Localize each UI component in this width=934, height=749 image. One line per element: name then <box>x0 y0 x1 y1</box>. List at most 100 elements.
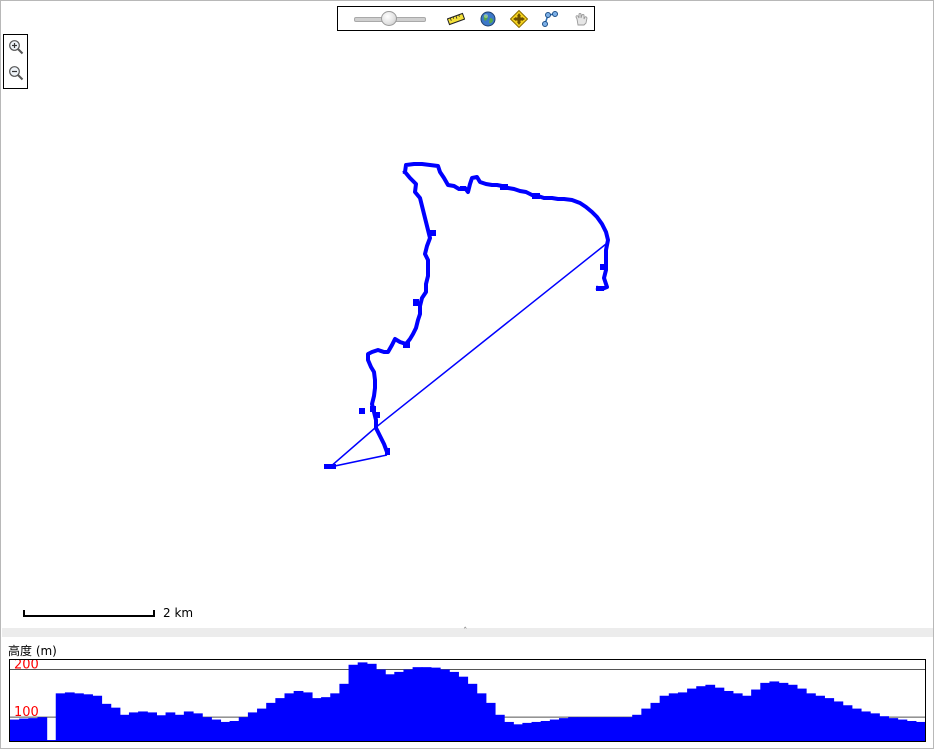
elevation-bar <box>604 717 615 741</box>
elevation-bar <box>275 698 286 741</box>
hand-pointer-icon[interactable] <box>572 10 590 28</box>
elevation-bar <box>568 717 578 741</box>
splitter-grip-icon[interactable]: ˆ <box>463 627 468 637</box>
elevation-bar <box>732 693 743 741</box>
elevation-bar <box>687 688 697 741</box>
elevation-bar <box>339 683 350 741</box>
zoom-out-icon[interactable] <box>8 65 24 81</box>
elevation-bar <box>906 720 917 741</box>
elevation-bar <box>824 698 835 741</box>
map-toolbar <box>337 6 595 31</box>
elevation-bar <box>28 718 39 741</box>
elevation-bar <box>165 712 176 741</box>
track-points <box>324 184 606 469</box>
track-layer <box>324 162 610 469</box>
route-nodes-icon[interactable] <box>541 10 559 28</box>
elevation-chart[interactable]: 200 100 <box>9 659 926 742</box>
elevation-bar <box>860 711 871 741</box>
elevation-bar <box>888 718 899 741</box>
elevation-bar <box>110 707 121 741</box>
elevation-bar <box>183 711 194 741</box>
elevation-bar <box>257 708 267 741</box>
elevation-bar <box>833 701 844 741</box>
elevation-bar <box>74 693 84 741</box>
elevation-bar <box>330 693 340 741</box>
elevation-bar <box>220 721 231 741</box>
elevation-bar <box>202 717 212 741</box>
elevation-bar <box>577 717 588 741</box>
elevation-bar <box>101 703 112 741</box>
elevation-plot: 200 100 <box>10 660 925 741</box>
elevation-bar <box>787 684 798 741</box>
elevation-bar <box>842 705 853 741</box>
elevation-bar <box>449 671 459 741</box>
elevation-bar <box>778 682 789 741</box>
elevation-bar <box>55 693 66 741</box>
elevation-bar <box>412 667 423 741</box>
elevation-bar <box>193 713 203 741</box>
elevation-bar <box>92 695 103 741</box>
elevation-bar <box>586 717 597 741</box>
elevation-bar <box>440 669 450 741</box>
elevation-bar <box>376 669 386 741</box>
elevation-bar <box>705 684 716 741</box>
map-viewer-window: 2 km ˆ 高度 (m) 200 100 <box>0 0 934 749</box>
elevation-bar <box>284 693 295 741</box>
elevation-bar <box>421 667 432 741</box>
elevation-bar <box>394 671 405 741</box>
elevation-bar <box>650 702 661 741</box>
zoom-slider-knob[interactable] <box>381 11 397 26</box>
elevation-bar <box>311 698 322 741</box>
elevation-bar <box>522 722 533 741</box>
pan-move-icon[interactable] <box>510 10 528 28</box>
elevation-bar <box>723 690 734 741</box>
zoom-controls <box>3 34 28 89</box>
gps-track-connector <box>327 243 607 469</box>
elevation-bar <box>915 721 925 741</box>
elevation-bar <box>247 712 258 741</box>
elevation-bar <box>559 718 569 741</box>
elevation-bar <box>696 686 706 741</box>
elevation-bar <box>879 716 889 741</box>
elevation-bar <box>366 663 377 741</box>
elevation-bar <box>46 740 57 741</box>
elevation-bar <box>211 719 222 741</box>
elevation-bar <box>623 717 633 741</box>
elevation-bar <box>476 693 487 741</box>
elevation-bar <box>238 717 249 741</box>
elevation-bar <box>321 697 331 741</box>
elevation-bar <box>796 688 807 741</box>
elevation-bar <box>540 720 551 741</box>
elevation-bar <box>403 669 414 741</box>
elevation-bar <box>357 662 368 741</box>
elevation-bar <box>229 720 240 741</box>
elevation-bar <box>10 719 20 741</box>
elevation-bar <box>549 719 560 741</box>
gps-track[interactable] <box>366 162 610 455</box>
elevation-bar <box>815 695 825 741</box>
ruler-icon[interactable] <box>447 10 465 28</box>
elevation-bar <box>128 712 139 741</box>
y-tick-label: 100 <box>14 705 39 720</box>
elevation-bar <box>156 715 167 741</box>
elevation-bar <box>641 708 652 741</box>
elevation-label: 高度 (m) <box>8 644 57 658</box>
zoom-in-icon[interactable] <box>8 39 24 55</box>
elevation-bar <box>174 714 185 741</box>
elevation-bar <box>119 714 130 741</box>
elevation-bar <box>595 717 606 741</box>
elevation-bar <box>632 714 642 741</box>
map-canvas[interactable] <box>2 2 934 627</box>
elevation-bar <box>613 717 624 741</box>
globe-icon[interactable] <box>479 10 497 28</box>
elevation-bar <box>302 692 313 741</box>
scale-label: 2 km <box>163 606 194 620</box>
elevation-bar <box>751 689 761 741</box>
scale-bar <box>23 610 155 617</box>
elevation-bar <box>742 695 752 741</box>
panel-splitter[interactable]: ˆ <box>2 627 933 637</box>
elevation-bar <box>494 714 505 741</box>
elevation-bar <box>458 676 469 741</box>
elevation-bar <box>659 695 670 741</box>
elevation-bar <box>531 721 542 741</box>
